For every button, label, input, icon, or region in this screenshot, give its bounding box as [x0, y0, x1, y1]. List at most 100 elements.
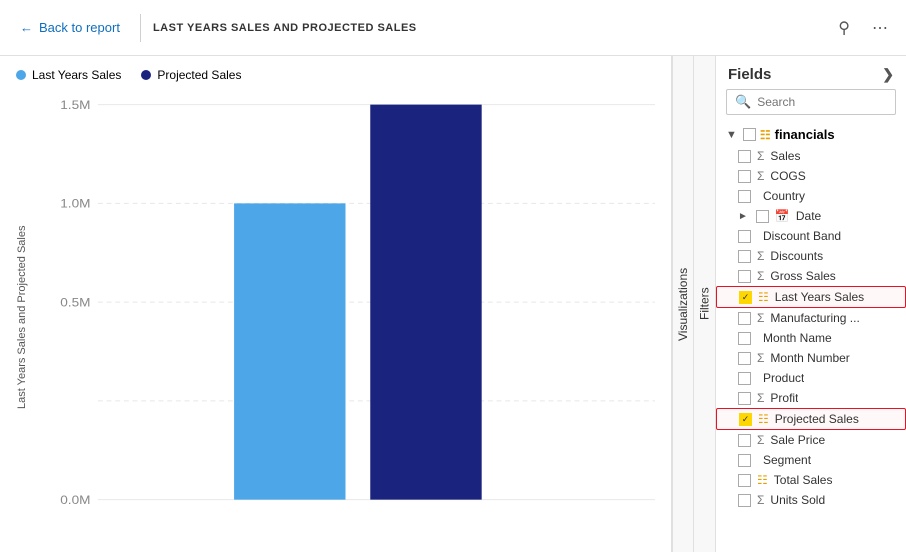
- month-number-label: Month Number: [770, 351, 849, 365]
- financials-checkbox[interactable]: [743, 128, 756, 141]
- right-section: Visualizations Filters Fields ❯ 🔍 ▼: [671, 56, 906, 552]
- field-item-country[interactable]: Country: [716, 186, 906, 206]
- manufacturing-sum-icon: Σ: [757, 311, 764, 325]
- field-item-cogs[interactable]: Σ COGS: [716, 166, 906, 186]
- search-input[interactable]: [757, 95, 887, 109]
- field-item-units-sold[interactable]: Σ Units Sold: [716, 490, 906, 510]
- field-item-sale-price[interactable]: Σ Sale Price: [716, 430, 906, 450]
- projected-sales-label: Projected Sales: [775, 412, 859, 426]
- last-years-sales-label: Last Years Sales: [775, 290, 864, 304]
- sale-price-checkbox[interactable]: [738, 434, 751, 447]
- country-checkbox[interactable]: [738, 190, 751, 203]
- gross-sales-checkbox[interactable]: [738, 270, 751, 283]
- discount-band-checkbox[interactable]: [738, 230, 751, 243]
- units-sold-checkbox[interactable]: [738, 494, 751, 507]
- chart-area: Last Years Sales Projected Sales Last Ye…: [0, 56, 671, 552]
- field-item-month-name[interactable]: Month Name: [716, 328, 906, 348]
- svg-text:1.0M: 1.0M: [60, 197, 90, 210]
- financials-table-icon: ☷: [760, 128, 771, 142]
- field-item-profit[interactable]: Σ Profit: [716, 388, 906, 408]
- field-item-manufacturing[interactable]: Σ Manufacturing ...: [716, 308, 906, 328]
- fields-chevron-icon[interactable]: ❯: [882, 66, 894, 83]
- cogs-label: COGS: [770, 169, 805, 183]
- filter-icon-button[interactable]: ⚲: [832, 14, 856, 42]
- last-years-sales-table-icon: ☷: [758, 290, 769, 304]
- total-sales-table-icon: ☷: [757, 473, 768, 487]
- field-item-date[interactable]: ► 📅 Date: [716, 206, 906, 226]
- top-bar: ← Back to report LAST YEARS SALES AND PR…: [0, 0, 906, 56]
- field-item-sales[interactable]: Σ Sales: [716, 146, 906, 166]
- legend-dot-last-years: [16, 70, 26, 80]
- field-item-total-sales[interactable]: ☷ Total Sales: [716, 470, 906, 490]
- month-number-checkbox[interactable]: [738, 352, 751, 365]
- profit-label: Profit: [770, 391, 798, 405]
- segment-label: Segment: [763, 453, 811, 467]
- discounts-checkbox[interactable]: [738, 250, 751, 263]
- month-name-checkbox[interactable]: [738, 332, 751, 345]
- filters-tab[interactable]: Filters: [694, 56, 716, 552]
- bar-last-years[interactable]: [234, 203, 345, 499]
- visualizations-tab[interactable]: Visualizations: [672, 56, 694, 552]
- group-chevron-icon: ▼: [726, 129, 737, 141]
- fields-header: Fields ❯: [716, 56, 906, 89]
- projected-sales-table-icon: ☷: [758, 412, 769, 426]
- legend: Last Years Sales Projected Sales: [16, 68, 655, 82]
- field-group-financials[interactable]: ▼ ☷ financials: [716, 123, 906, 146]
- cogs-checkbox[interactable]: [738, 170, 751, 183]
- total-sales-label: Total Sales: [774, 473, 833, 487]
- discounts-sum-icon: Σ: [757, 249, 764, 263]
- fields-title: Fields: [728, 66, 771, 83]
- legend-item-last-years: Last Years Sales: [16, 68, 121, 82]
- sales-label: Sales: [770, 149, 800, 163]
- date-checkbox[interactable]: [756, 210, 769, 223]
- legend-label-last-years: Last Years Sales: [32, 68, 121, 82]
- svg-text:0.0M: 0.0M: [60, 494, 90, 507]
- svg-text:1.5M: 1.5M: [60, 99, 90, 112]
- month-number-sum-icon: Σ: [757, 351, 764, 365]
- field-item-last-years-sales[interactable]: ☷ Last Years Sales: [716, 286, 906, 308]
- date-expand-icon: ►: [738, 211, 748, 222]
- back-to-report-button[interactable]: ← Back to report: [12, 14, 128, 41]
- top-bar-actions: ⚲ ⋯: [832, 14, 894, 42]
- report-title: LAST YEARS SALES AND PROJECTED SALES: [153, 22, 417, 34]
- field-item-segment[interactable]: Segment: [716, 450, 906, 470]
- field-item-projected-sales[interactable]: ☷ Projected Sales: [716, 408, 906, 430]
- visualizations-label: Visualizations: [676, 267, 690, 340]
- month-name-label: Month Name: [763, 331, 832, 345]
- title-divider: [140, 14, 141, 42]
- field-item-gross-sales[interactable]: Σ Gross Sales: [716, 266, 906, 286]
- field-item-discounts[interactable]: Σ Discounts: [716, 246, 906, 266]
- gross-sales-sum-icon: Σ: [757, 269, 764, 283]
- manufacturing-label: Manufacturing ...: [770, 311, 859, 325]
- total-sales-checkbox[interactable]: [738, 474, 751, 487]
- segment-checkbox[interactable]: [738, 454, 751, 467]
- legend-item-projected: Projected Sales: [141, 68, 241, 82]
- sales-sum-icon: Σ: [757, 149, 764, 163]
- sales-checkbox[interactable]: [738, 150, 751, 163]
- back-arrow-icon: ←: [20, 20, 33, 35]
- profit-checkbox[interactable]: [738, 392, 751, 405]
- search-box: 🔍: [726, 89, 896, 115]
- field-item-month-number[interactable]: Σ Month Number: [716, 348, 906, 368]
- discount-band-label: Discount Band: [763, 229, 841, 243]
- product-checkbox[interactable]: [738, 372, 751, 385]
- legend-dot-projected: [141, 70, 151, 80]
- chart-svg: 1.5M 1.0M 0.5M 0.0M: [36, 94, 655, 540]
- projected-sales-checkbox[interactable]: [739, 413, 752, 426]
- more-options-button[interactable]: ⋯: [866, 14, 894, 42]
- field-item-product[interactable]: Product: [716, 368, 906, 388]
- search-icon: 🔍: [735, 94, 751, 110]
- profit-sum-icon: Σ: [757, 391, 764, 405]
- bar-projected[interactable]: [370, 105, 481, 500]
- country-label: Country: [763, 189, 805, 203]
- filters-label: Filters: [698, 288, 712, 321]
- field-item-discount-band[interactable]: Discount Band: [716, 226, 906, 246]
- product-label: Product: [763, 371, 804, 385]
- chart-container: Last Years Sales and Projected Sales 1.5…: [16, 94, 655, 540]
- units-sold-sum-icon: Σ: [757, 493, 764, 507]
- gross-sales-label: Gross Sales: [770, 269, 835, 283]
- main-content: Last Years Sales Projected Sales Last Ye…: [0, 56, 906, 552]
- manufacturing-checkbox[interactable]: [738, 312, 751, 325]
- financials-label: financials: [775, 127, 835, 142]
- last-years-sales-checkbox[interactable]: [739, 291, 752, 304]
